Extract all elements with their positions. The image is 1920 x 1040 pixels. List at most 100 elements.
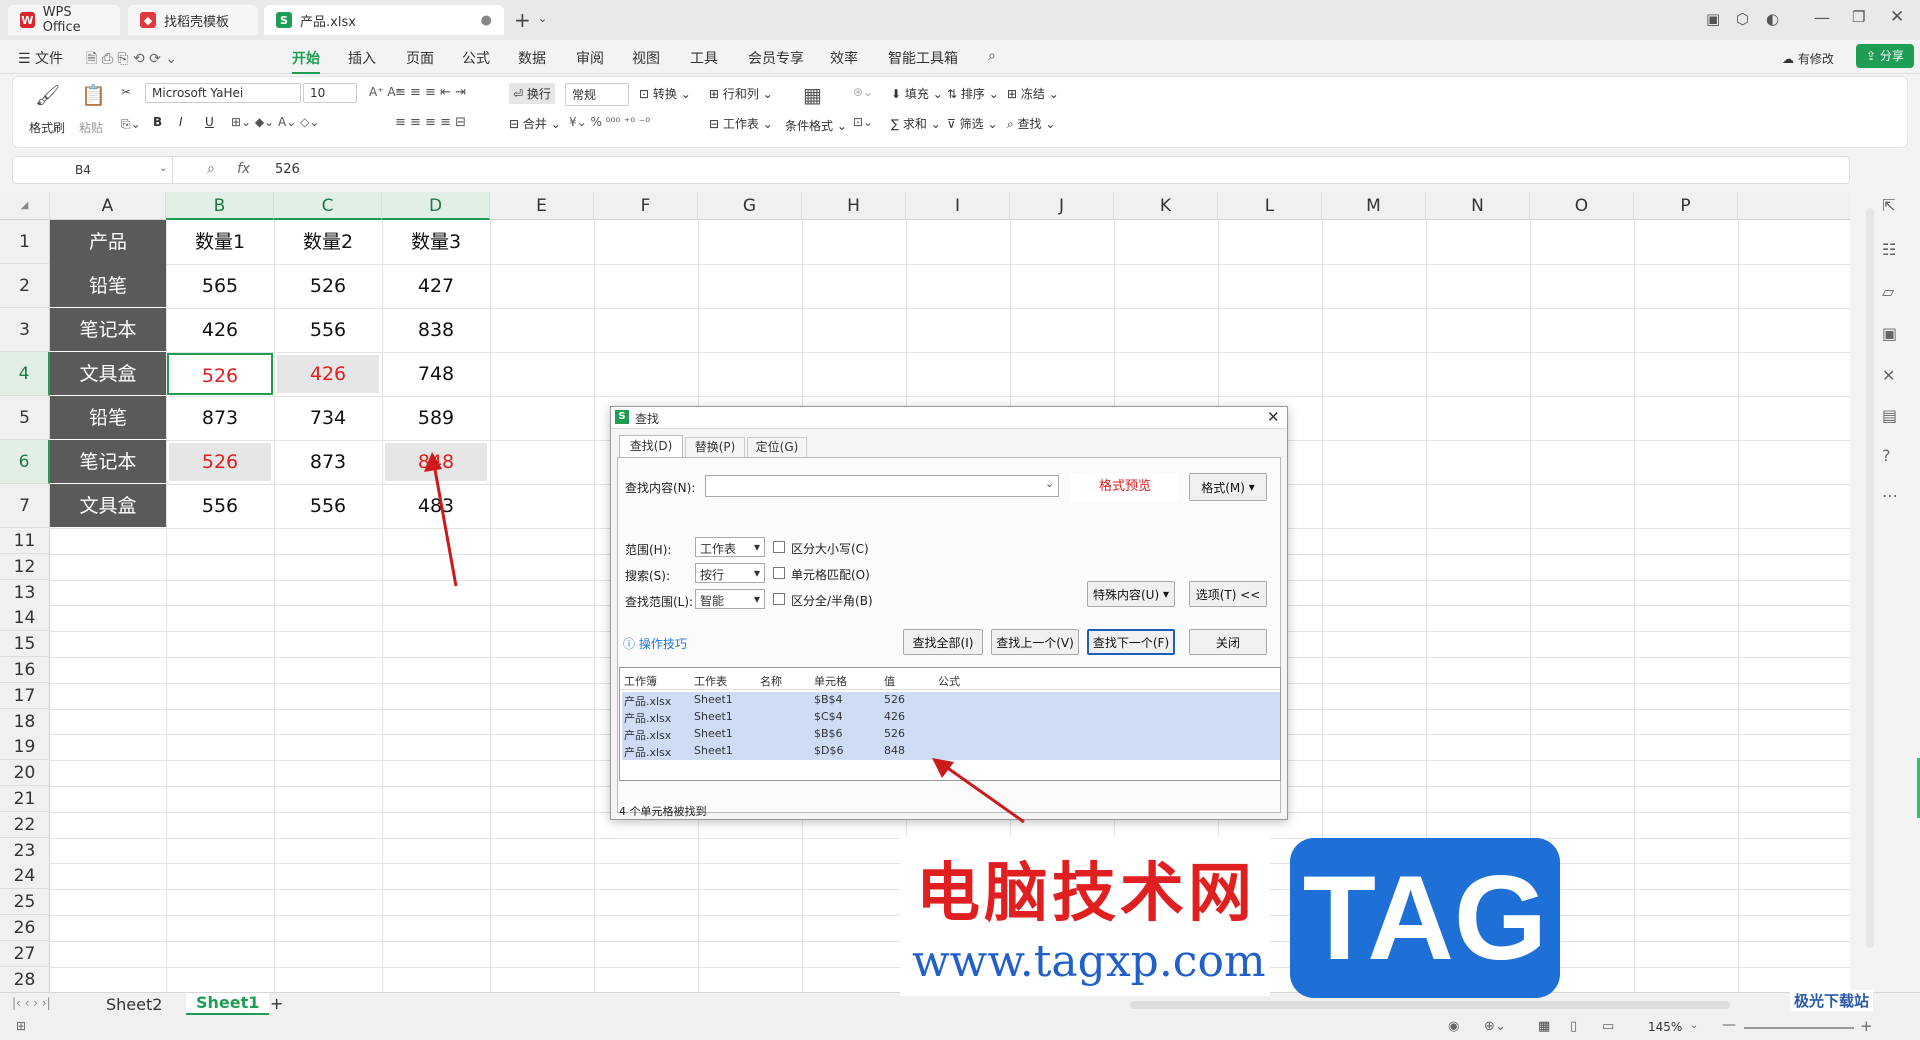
menu-item-efficiency[interactable]: 效率 <box>830 48 858 68</box>
tab-replace[interactable]: 替换(P) <box>685 437 745 457</box>
cell-a4[interactable]: 文具盒 <box>50 352 166 395</box>
cell-b6[interactable]: 526 <box>169 443 271 481</box>
column-header-d[interactable]: D <box>382 192 490 220</box>
row-header-2[interactable]: 2 <box>0 264 50 308</box>
avatar[interactable]: ◐ <box>1766 10 1779 28</box>
row-header[interactable]: 17 <box>0 682 50 709</box>
cell-c3[interactable]: 556 <box>274 308 382 352</box>
sheet-tab-sheet2[interactable]: Sheet2 <box>106 995 162 1014</box>
settings-sliders-icon[interactable]: ☷ <box>1882 240 1896 259</box>
font-size-select[interactable]: 10 <box>303 83 357 103</box>
tab-wps-office[interactable]: W WPS Office <box>8 5 120 35</box>
cube-icon[interactable]: ⬡ <box>1736 10 1749 28</box>
menu-item-home[interactable]: 开始 <box>292 48 320 74</box>
sort-button[interactable]: ⇅ 排序 ⌄ <box>947 85 999 102</box>
column-header-a[interactable]: A <box>50 192 166 220</box>
find-content-input[interactable] <box>705 475 1059 497</box>
menu-item-smart-toolbox[interactable]: 智能工具箱 <box>888 48 958 68</box>
cell-a6[interactable]: 笔记本 <box>50 440 166 483</box>
cell-b2[interactable]: 565 <box>166 264 274 308</box>
macro-icon[interactable]: ⊞ <box>16 1019 26 1033</box>
row-col-button[interactable]: ⊞ 行和列 ⌄ <box>709 85 773 102</box>
find-all-button[interactable]: 查找全部(I) <box>903 629 983 655</box>
tab-find[interactable]: 查找(D) <box>619 435 683 457</box>
search-select[interactable]: 按行 ▾ <box>695 563 765 583</box>
menu-item-data[interactable]: 数据 <box>518 48 546 68</box>
format-painter-button[interactable]: 格式刷 <box>29 119 65 136</box>
row-header[interactable]: 25 <box>0 889 50 916</box>
cell-b7[interactable]: 556 <box>166 484 274 528</box>
target-icon[interactable]: ⊕⌄ <box>1484 1019 1506 1034</box>
case-sensitive-checkbox[interactable] <box>773 541 785 553</box>
cell-c7[interactable]: 556 <box>274 484 382 528</box>
cell-b5[interactable]: 873 <box>166 396 274 440</box>
normal-view-icon[interactable]: ▦ <box>1538 1019 1550 1034</box>
col-cell[interactable]: 单元格 <box>814 673 847 689</box>
cell-b4-active[interactable]: 526 <box>167 353 273 395</box>
style-icon[interactable]: ⊛⌄ <box>853 85 873 99</box>
row-header[interactable]: 22 <box>0 811 50 838</box>
tab-goto[interactable]: 定位(G) <box>747 437 807 457</box>
cell-d2[interactable]: 427 <box>382 264 490 308</box>
filter-button[interactable]: ⊽ 筛选 ⌄ <box>947 115 998 132</box>
image-icon[interactable]: ▣ <box>1882 324 1897 343</box>
sum-button[interactable]: ∑ 求和 ⌄ <box>891 115 941 132</box>
row-header[interactable]: 12 <box>0 553 50 580</box>
row-header[interactable]: 13 <box>0 579 50 606</box>
row-header[interactable]: 19 <box>0 734 50 761</box>
row-header-4[interactable]: 4 <box>0 352 50 396</box>
row-header[interactable]: 27 <box>0 940 50 967</box>
cell-b3[interactable]: 426 <box>166 308 274 352</box>
font-family-select[interactable]: Microsoft YaHei <box>145 83 301 103</box>
share-button[interactable]: ⇪ 分享 <box>1856 44 1914 68</box>
modified-status[interactable]: ☁ 有修改 <box>1782 50 1834 67</box>
column-header-j[interactable]: J <box>1010 192 1114 220</box>
copy-icon[interactable]: ⎘⌄ <box>121 117 141 132</box>
row-header[interactable]: 18 <box>0 708 50 735</box>
restore-icon[interactable]: ❐ <box>1852 8 1865 26</box>
menu-item-view[interactable]: 视图 <box>632 48 660 68</box>
number-style-icons[interactable]: ¥⌄ % ⁰⁰⁰ ⁺⁰ ⁻⁰ <box>569 115 650 129</box>
convert-button[interactable]: ⊡ 转换 ⌄ <box>639 85 691 102</box>
row-header[interactable]: 24 <box>0 863 50 890</box>
chevron-down-icon[interactable]: ⌄ <box>1045 477 1054 490</box>
wrap-text-button[interactable]: ⏎ 换行 <box>509 83 555 104</box>
search-icon[interactable]: ⌕ <box>988 48 996 64</box>
menu-item-formula[interactable]: 公式 <box>462 48 490 68</box>
paste-button[interactable]: 粘贴 <box>79 119 103 136</box>
column-header-m[interactable]: M <box>1322 192 1426 220</box>
tools-icon[interactable]: ✕ <box>1882 366 1895 385</box>
zoom-in-icon[interactable]: + <box>1860 1017 1873 1035</box>
row-header[interactable]: 16 <box>0 657 50 683</box>
eye-icon[interactable]: ◉ <box>1448 1019 1459 1034</box>
row-header[interactable]: 14 <box>0 605 50 632</box>
close-icon[interactable]: ✕ <box>1267 408 1280 426</box>
find-prev-button[interactable]: 查找上一个(V) <box>991 629 1079 655</box>
format-button[interactable]: 格式(M) ▾ <box>1189 473 1267 501</box>
new-tab-icon[interactable]: + <box>514 8 531 32</box>
column-header-o[interactable]: O <box>1530 192 1634 220</box>
comment-icon[interactable]: ▱ <box>1882 282 1894 301</box>
column-header-k[interactable]: K <box>1114 192 1218 220</box>
cell-c2[interactable]: 526 <box>274 264 382 308</box>
column-header-l[interactable]: L <box>1218 192 1322 220</box>
column-header-p[interactable]: P <box>1634 192 1738 220</box>
more-icon[interactable]: ⋯ <box>1882 486 1898 505</box>
tab-template[interactable]: ◆ 找稻壳模板 <box>128 5 258 35</box>
result-row[interactable]: 产品.xlsx Sheet1 $B$4 526 <box>622 692 1280 709</box>
result-row[interactable]: 产品.xlsx Sheet1 $B$6 526 <box>622 726 1280 743</box>
fill-button[interactable]: ⬇ 填充 ⌄ <box>891 85 943 102</box>
range-select[interactable]: 工作表 ▾ <box>695 537 765 557</box>
scope-select[interactable]: 智能 ▾ <box>695 589 765 609</box>
merge-button[interactable]: ⊟ 合并 ⌄ <box>509 115 561 132</box>
formula-input[interactable]: 526 <box>275 162 300 177</box>
row-header[interactable]: 26 <box>0 915 50 941</box>
vertical-scrollbar[interactable] <box>1866 208 1874 948</box>
result-row[interactable]: 产品.xlsx Sheet1 $C$4 426 <box>622 709 1280 726</box>
menu-item-review[interactable]: 审阅 <box>576 48 604 68</box>
row-header[interactable]: 23 <box>0 837 50 864</box>
conditional-format-icon[interactable]: ▦ <box>803 83 822 107</box>
zoom-slider[interactable] <box>1744 1027 1854 1029</box>
cell-d5[interactable]: 589 <box>382 396 490 440</box>
column-header-c[interactable]: C <box>274 192 382 220</box>
